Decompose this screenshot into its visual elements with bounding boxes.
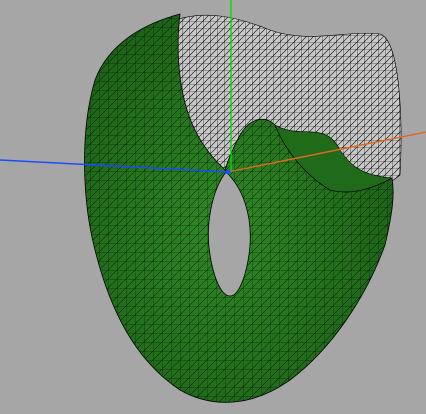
origin-point bbox=[225, 169, 231, 175]
3d-viewport[interactable] bbox=[0, 0, 426, 414]
mesh-scene[interactable] bbox=[0, 0, 426, 414]
